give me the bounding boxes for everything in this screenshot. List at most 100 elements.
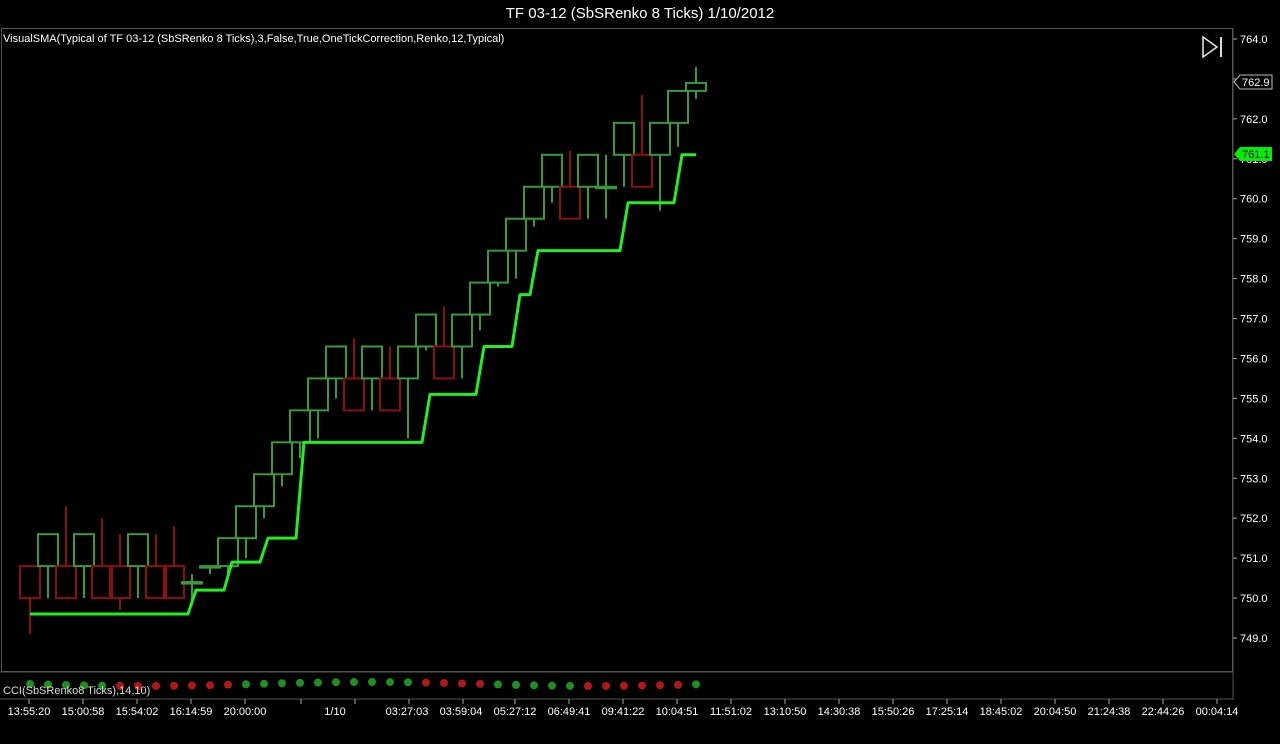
time-axis: 13:55:20 15:00:58 15:54:02 16:14:59 20:00:00… xyxy=(8,699,1239,718)
cci-dot xyxy=(566,681,574,690)
price-tag-sma-text: 761.1 xyxy=(1242,149,1270,161)
cci-dot xyxy=(458,679,466,688)
candle xyxy=(487,249,509,287)
time-tick-label: 03:27:03 xyxy=(386,706,429,718)
cci-dot xyxy=(440,678,448,687)
time-tick-label: 09:41:22 xyxy=(602,706,645,718)
candle-body xyxy=(235,505,257,540)
price-tick-label: 750.0 xyxy=(1240,593,1268,605)
candle-body xyxy=(577,153,599,188)
candle-body xyxy=(37,533,59,568)
price-tick-label: 760.0 xyxy=(1240,194,1268,206)
time-tick-label: 16:14:59 xyxy=(170,706,213,718)
time-tick-label: 21:24:38 xyxy=(1088,706,1131,718)
cci-dot xyxy=(332,678,340,687)
candle-body xyxy=(667,89,689,124)
time-tick-label: 14:30:38 xyxy=(818,706,861,718)
candle-body xyxy=(559,185,581,220)
cci-dot xyxy=(422,678,430,687)
cci-dot xyxy=(242,680,250,689)
time-tick-label: 05:27:12 xyxy=(494,706,537,718)
candles-group xyxy=(19,66,707,635)
cci-dot xyxy=(260,679,268,688)
cci-dot xyxy=(674,680,682,689)
candle-body xyxy=(361,345,383,380)
time-tick-label: 17:25:14 xyxy=(926,706,969,718)
time-tick-label: 20:00:00 xyxy=(224,706,267,718)
time-tick-label: 03:59:04 xyxy=(440,706,483,718)
candle-body xyxy=(271,441,293,476)
cci-dot xyxy=(620,681,628,690)
candle-body xyxy=(433,345,455,380)
candle-body xyxy=(595,185,617,190)
time-tick-label: 11:51:02 xyxy=(710,706,752,718)
candle-body xyxy=(181,581,203,585)
time-tick-label: 00:04:14 xyxy=(1196,706,1239,718)
cci-dot xyxy=(638,681,646,690)
cci-dot xyxy=(476,679,484,688)
candle-body xyxy=(415,313,437,348)
candle-body xyxy=(253,473,275,508)
price-axis: 749.0 750.0 751.0 752.0 753.0 754.0 755.0 756.0… xyxy=(1233,34,1268,645)
candle-body xyxy=(379,377,401,412)
candle-body xyxy=(289,409,311,444)
cci-dot xyxy=(296,678,304,687)
cci-dot xyxy=(404,678,412,687)
time-tick-label: 13:55:20 xyxy=(8,706,51,718)
price-tag-sma: 761.1 xyxy=(1234,147,1272,161)
cci-dot xyxy=(152,681,160,690)
candle-body xyxy=(397,345,419,380)
cci-dot xyxy=(494,680,502,689)
price-tick-label: 762.0 xyxy=(1240,114,1268,126)
time-tick-label: 1/10 xyxy=(324,706,345,718)
time-tick-label: 06:49:41 xyxy=(548,706,591,718)
cci-dot xyxy=(386,678,394,687)
cci-dot xyxy=(314,678,322,687)
candle-body xyxy=(55,565,77,600)
price-tick-label: 753.0 xyxy=(1240,473,1268,485)
cci-label: CCI(SbSRenko8 Ticks),14,10) xyxy=(3,685,151,697)
cci-dot xyxy=(350,678,358,687)
price-tick-label: 754.0 xyxy=(1240,433,1268,445)
cci-dot xyxy=(188,681,196,690)
time-tick-label: 22:44:26 xyxy=(1142,706,1185,718)
candle-body xyxy=(631,153,653,188)
candle xyxy=(19,565,41,635)
candle-body xyxy=(649,121,671,156)
cci-dot xyxy=(278,679,286,688)
play-to-end-icon[interactable] xyxy=(1201,35,1227,59)
candle-body xyxy=(19,565,41,600)
candle-body xyxy=(343,377,365,412)
price-tick-label: 756.0 xyxy=(1240,353,1268,365)
cci-dot xyxy=(530,681,538,690)
candle-body xyxy=(685,81,707,92)
time-tick-label: 10:04:51 xyxy=(656,706,699,718)
cci-dot xyxy=(692,680,700,689)
chart-canvas[interactable]: 749.0 750.0 751.0 752.0 753.0 754.0 755.0 756.0… xyxy=(0,0,1280,744)
price-tick-label: 764.0 xyxy=(1240,34,1268,46)
candle-body xyxy=(469,281,491,316)
cci-dot xyxy=(602,681,610,690)
time-tick-label: 13:10:50 xyxy=(764,706,807,718)
cci-dot xyxy=(368,678,376,687)
cci-dot xyxy=(656,681,664,690)
candle-body xyxy=(307,377,329,412)
price-tick-label: 757.0 xyxy=(1240,314,1268,326)
candle xyxy=(217,537,239,575)
candle xyxy=(415,313,437,351)
play-to-end-icon-svg xyxy=(1202,35,1222,59)
cci-dot xyxy=(512,680,520,689)
indicator-label: VisualSMA(Typical of TF 03-12 (SbSRenko … xyxy=(3,33,505,45)
candle-body xyxy=(127,533,149,568)
price-tick-label: 749.0 xyxy=(1240,633,1268,645)
candle-body xyxy=(451,313,473,348)
candle xyxy=(199,565,221,575)
price-tag-last-text: 762.9 xyxy=(1242,77,1270,89)
candle-body xyxy=(541,153,563,188)
price-tick-label: 758.0 xyxy=(1240,274,1268,286)
cci-dot xyxy=(206,681,214,690)
time-tick-label: 18:45:02 xyxy=(980,706,1023,718)
candle-body xyxy=(523,185,545,220)
price-tick-label: 752.0 xyxy=(1240,513,1268,525)
candle-body xyxy=(505,217,527,252)
